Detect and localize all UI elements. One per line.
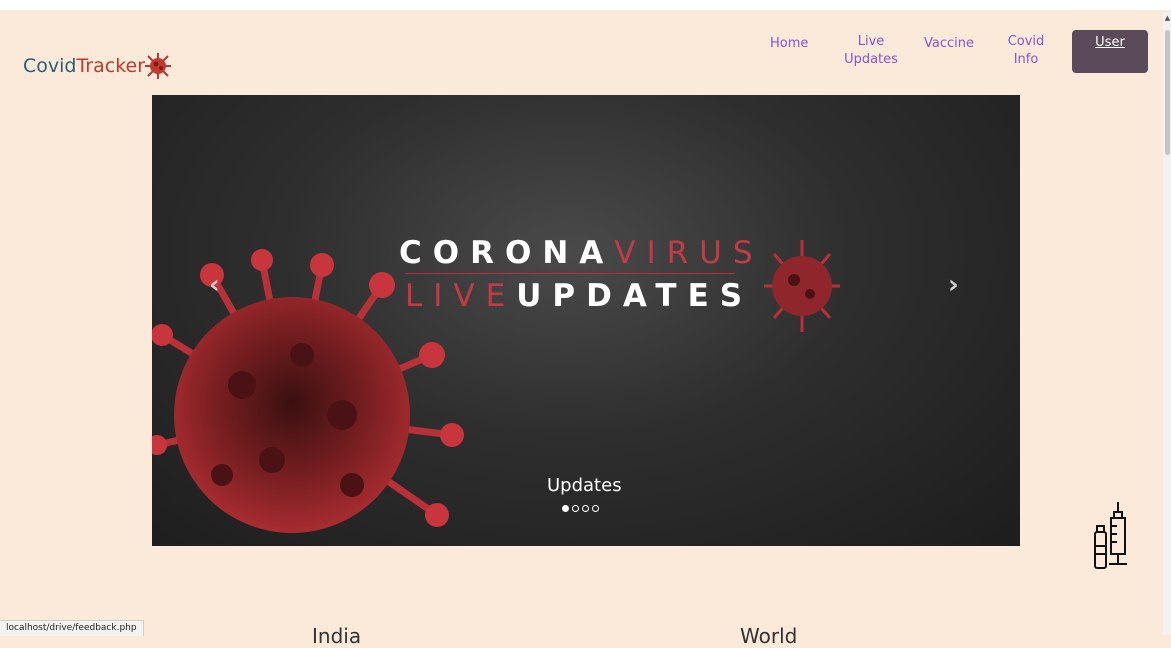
nav-vaccine[interactable]: Vaccine — [924, 35, 974, 53]
scrollbar-thumb[interactable] — [1165, 30, 1170, 155]
slide-title-line1: CORONAVIRUS — [399, 235, 764, 271]
chevron-right-icon: › — [948, 270, 959, 300]
vaccine-icon[interactable] — [1093, 502, 1129, 570]
user-button[interactable]: User — [1072, 30, 1148, 73]
slide-caption: Updates — [547, 475, 622, 496]
window-top-edge — [0, 0, 1171, 10]
slide-title-divider — [405, 273, 735, 274]
section-heading-world: World — [740, 624, 798, 648]
slide-title-line2: LIVEUPDATES — [405, 278, 753, 314]
carousel-indicator-3[interactable] — [582, 505, 589, 512]
scroll-up-arrow-icon[interactable]: ▲ — [1164, 13, 1171, 23]
carousel-indicator-4[interactable] — [592, 505, 599, 512]
chevron-left-icon: ‹ — [209, 270, 220, 300]
slide-title-live: LIVE — [405, 278, 517, 314]
carousel-indicator-2[interactable] — [572, 505, 579, 512]
slide-title-updates: UPDATES — [516, 278, 754, 314]
browser-status-url: localhost/drive/feedback.php — [0, 620, 144, 636]
section-heading-india: India — [312, 624, 362, 648]
nav-home[interactable]: Home — [770, 35, 808, 53]
nav-covid-info[interactable]: Covid Info — [1006, 33, 1046, 69]
carousel-next-button[interactable]: › — [948, 270, 959, 300]
main-nav: Home Live Updates Vaccine Covid Info — [0, 32, 1171, 82]
slide-title-corona: CORONA — [399, 235, 615, 271]
virus-illustration-small — [764, 240, 840, 332]
slide-title-virus: VIRUS — [614, 235, 764, 271]
carousel-indicators — [562, 505, 599, 512]
nav-live-updates[interactable]: Live Updates — [838, 33, 904, 69]
carousel-indicator-1[interactable] — [562, 505, 569, 512]
carousel-prev-button[interactable]: ‹ — [209, 270, 220, 300]
hero-carousel: CORONAVIRUS LIVEUPDATES ‹ › Updates — [152, 95, 1020, 546]
